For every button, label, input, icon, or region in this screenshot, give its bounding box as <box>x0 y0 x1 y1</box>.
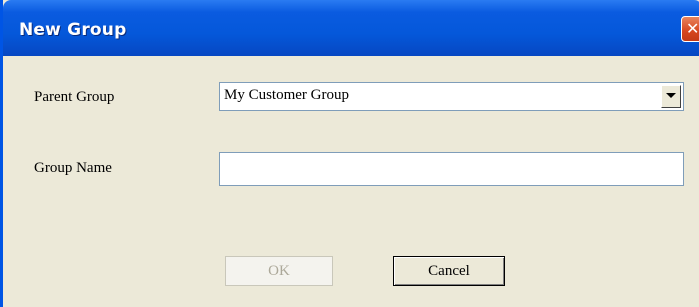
group-name-field[interactable] <box>219 152 684 186</box>
group-name-label: Group Name <box>34 160 112 176</box>
new-group-dialog: New Group ✕ Parent Group My Customer Gro… <box>0 0 699 307</box>
title-bar[interactable]: New Group ✕ <box>3 0 699 56</box>
window-title: New Group <box>19 20 127 40</box>
ok-button[interactable]: OK <box>225 256 333 286</box>
close-icon: ✕ <box>686 19 699 38</box>
chevron-down-icon <box>666 93 676 98</box>
dropdown-button[interactable] <box>661 85 681 108</box>
cancel-button[interactable]: Cancel <box>393 256 505 286</box>
parent-group-value: My Customer Group <box>224 87 349 103</box>
parent-group-select[interactable]: My Customer Group <box>219 82 684 111</box>
parent-group-label: Parent Group <box>34 89 115 105</box>
close-button[interactable]: ✕ <box>681 16 699 42</box>
